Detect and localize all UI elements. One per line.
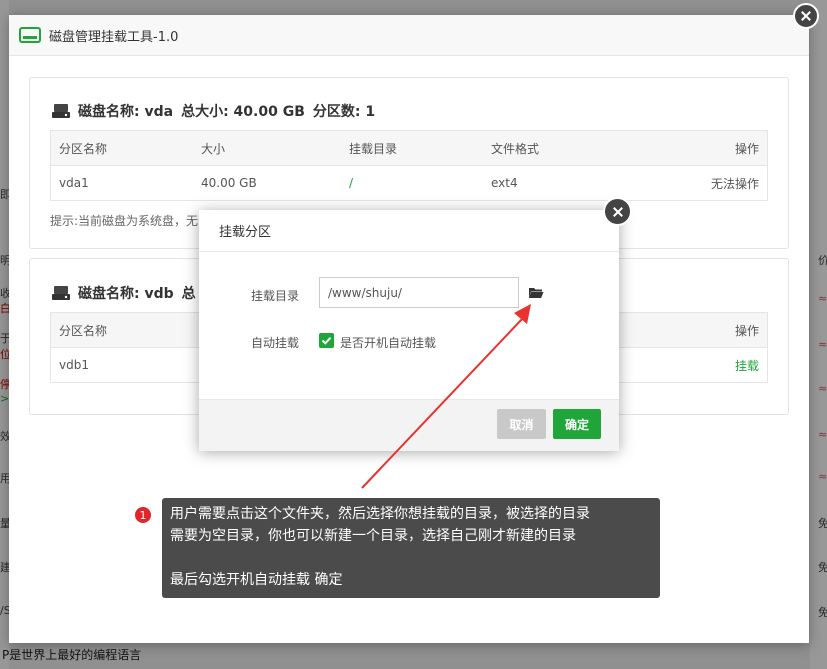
- tooltip-line: 用户需要点击这个文件夹，然后选择你想挂载的目录，被选择的目录: [170, 506, 590, 522]
- tooltip-line: 最后勾选开机自动挂载 确定: [170, 572, 343, 588]
- tooltip-spacer: [170, 547, 652, 569]
- instruction-tooltip: 用户需要点击这个文件夹，然后选择你想挂载的目录，被选择的目录 需要为空目录，你也…: [162, 498, 660, 598]
- step-badge: 1: [134, 506, 152, 524]
- tooltip-line: 需要为空目录，你也可以新建一个目录，选择自己刚才新建的目录: [170, 528, 576, 544]
